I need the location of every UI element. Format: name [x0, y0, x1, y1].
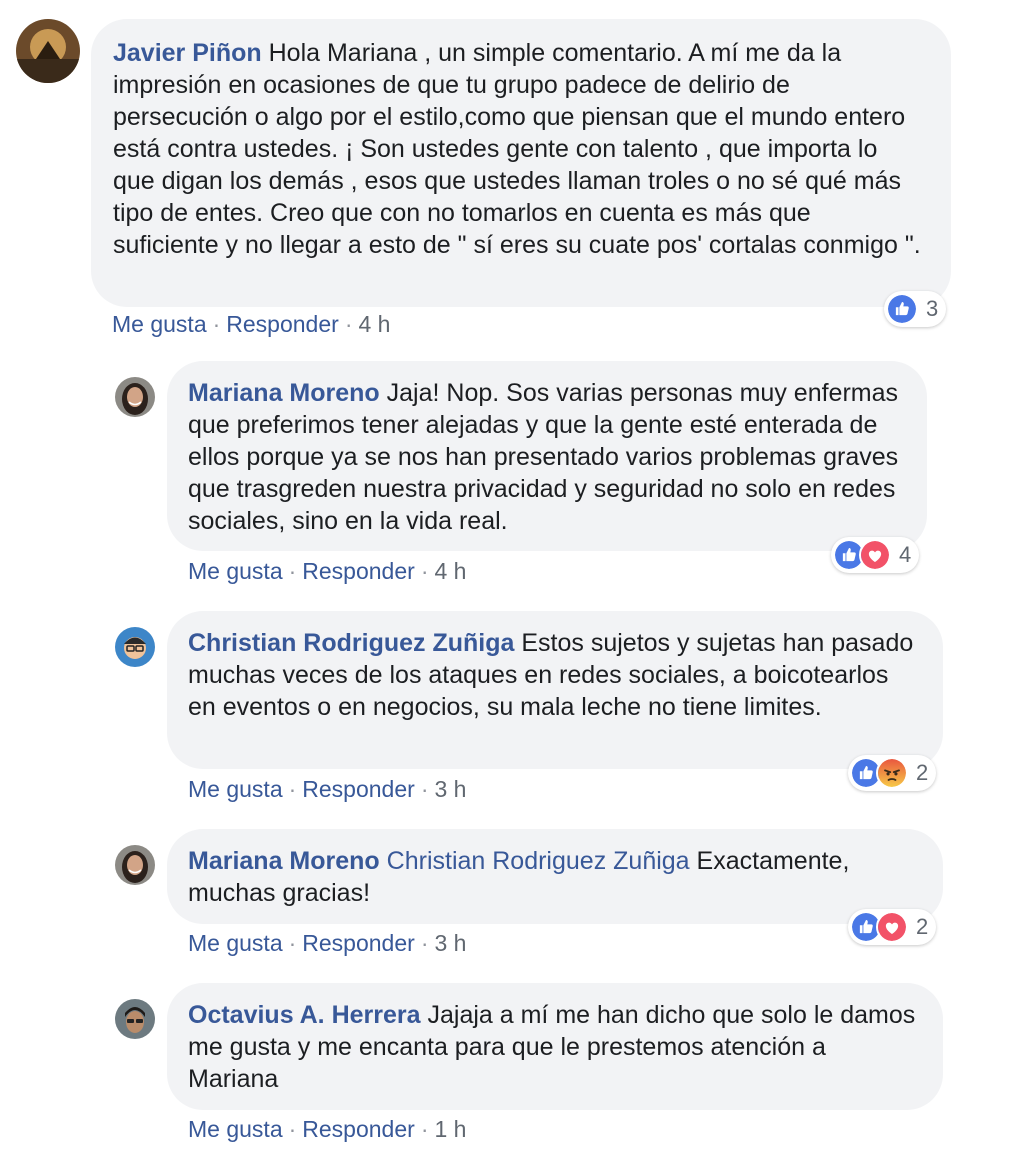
avatar-javier[interactable] [16, 19, 80, 83]
reactions-summary[interactable]: 2 [848, 755, 937, 791]
timestamp[interactable]: 3 h [434, 930, 466, 956]
like-link[interactable]: Me gusta [188, 558, 283, 584]
like-link[interactable]: Me gusta [188, 930, 283, 956]
comment-actions: Me gusta · Responder · 3 h [188, 776, 466, 803]
reply-link[interactable]: Responder [302, 930, 415, 956]
reactions-summary[interactable]: 4 [831, 537, 920, 573]
avatar-photo-icon [115, 845, 155, 885]
separator: · [288, 776, 297, 802]
reaction-count: 3 [926, 296, 939, 321]
separator: · [288, 930, 297, 956]
timestamp[interactable]: 4 h [434, 558, 466, 584]
comment-actions: Me gusta · Responder · 4 h [188, 558, 466, 585]
reaction-count: 2 [916, 760, 929, 785]
timestamp[interactable]: 3 h [434, 776, 466, 802]
reply-link[interactable]: Responder [226, 311, 339, 337]
comment-author[interactable]: Christian Rodriguez Zuñiga [188, 629, 514, 657]
separator: · [420, 930, 429, 956]
reactions-summary[interactable]: 2 [848, 909, 937, 945]
comment-text: Hola Mariana , un simple comentario. A m… [113, 39, 921, 259]
like-icon [886, 293, 918, 325]
separator: · [420, 776, 429, 802]
comment-author[interactable]: Javier Piñon [113, 39, 262, 67]
comment-bubble: Mariana Moreno Christian Rodriguez Zuñig… [167, 829, 943, 924]
separator: · [288, 558, 297, 584]
avatar-christian[interactable] [115, 627, 155, 667]
reply-link[interactable]: Responder [302, 776, 415, 802]
separator: · [420, 1116, 429, 1142]
love-icon [859, 539, 891, 571]
reaction-count: 2 [916, 914, 929, 939]
separator: · [288, 1116, 297, 1142]
avatar-mariana[interactable] [115, 377, 155, 417]
comment-author[interactable]: Mariana Moreno [188, 847, 380, 875]
reply-link[interactable]: Responder [302, 558, 415, 584]
love-icon [876, 911, 908, 943]
angry-icon [876, 757, 908, 789]
separator: · [420, 558, 429, 584]
reply-link[interactable]: Responder [302, 1116, 415, 1142]
separator: · [344, 311, 353, 337]
avatar-cartoon-icon [115, 627, 155, 667]
comment-author[interactable]: Mariana Moreno [188, 379, 380, 407]
comment-actions: Me gusta · Responder · 3 h [188, 930, 466, 957]
like-link[interactable]: Me gusta [188, 1116, 283, 1142]
comment-actions: Me gusta · Responder · 1 h [188, 1116, 466, 1143]
avatar-photo-icon [115, 999, 155, 1039]
comment-actions: Me gusta · Responder · 4 h [112, 311, 390, 338]
comment-bubble: Christian Rodriguez Zuñiga Estos sujetos… [167, 611, 943, 769]
timestamp[interactable]: 1 h [434, 1116, 466, 1142]
avatar-photo-icon [115, 377, 155, 417]
avatar-photo-icon [16, 19, 80, 83]
comment-bubble: Mariana Moreno Jaja! Nop. Sos varias per… [167, 361, 927, 551]
comment-bubble: Javier Piñon Hola Mariana , un simple co… [91, 19, 951, 307]
timestamp[interactable]: 4 h [358, 311, 390, 337]
reaction-count: 4 [899, 542, 912, 567]
avatar-mariana[interactable] [115, 845, 155, 885]
avatar-octavius[interactable] [115, 999, 155, 1039]
separator: · [212, 311, 221, 337]
like-link[interactable]: Me gusta [188, 776, 283, 802]
comment-mention[interactable]: Christian Rodriguez Zuñiga [387, 847, 690, 875]
reactions-summary[interactable]: 3 [884, 291, 947, 327]
comment-author[interactable]: Octavius A. Herrera [188, 1001, 421, 1029]
like-link[interactable]: Me gusta [112, 311, 207, 337]
comment-bubble: Octavius A. Herrera Jajaja a mí me han d… [167, 983, 943, 1110]
